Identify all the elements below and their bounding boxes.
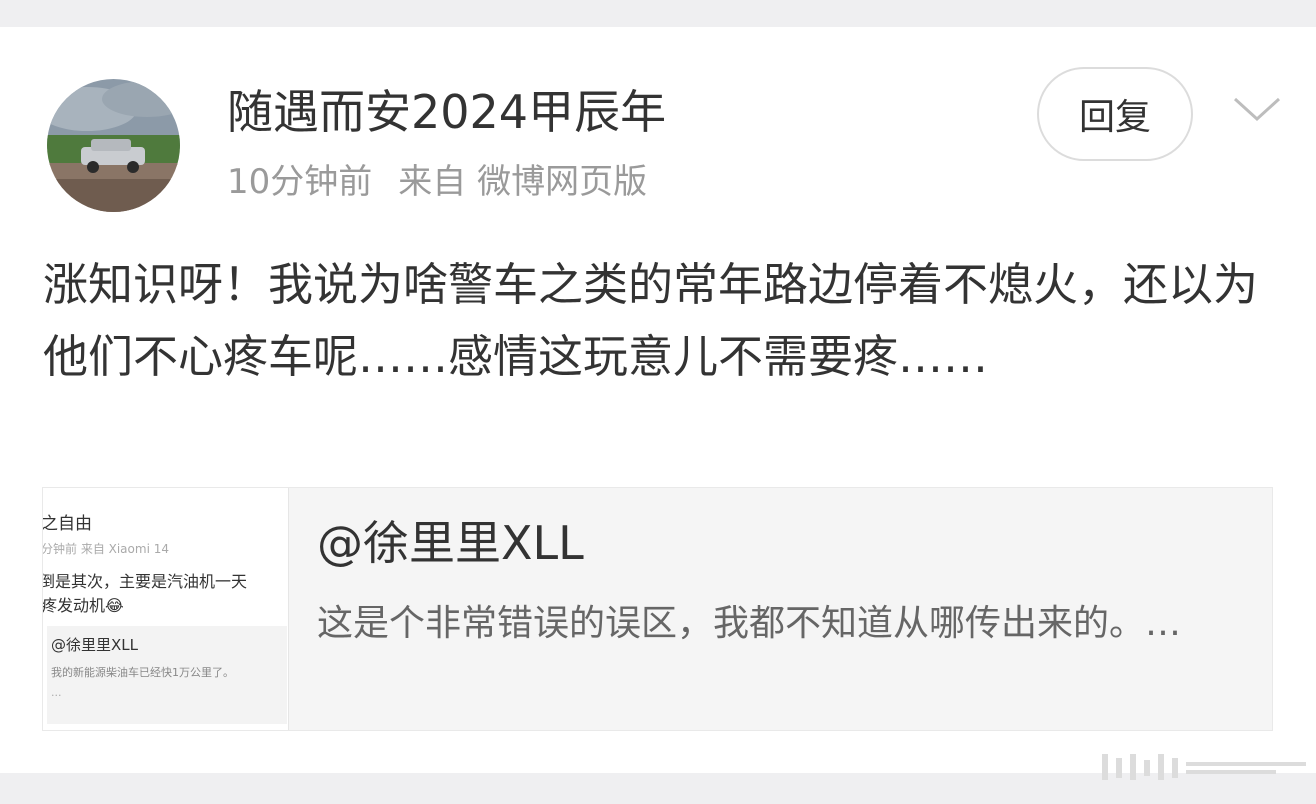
watermark-graphic [1062, 748, 1314, 786]
chevron-down-icon[interactable] [1232, 89, 1282, 129]
thumb-meta: 分钟前 来自 Xiaomi 14 [43, 542, 169, 556]
quoted-thumbnail: 之自由 分钟前 来自 Xiaomi 14 倒是其次，主要是汽油机一天 疼发动机😂… [43, 488, 289, 730]
post-time: 10分钟前 [227, 162, 373, 202]
reply-button[interactable]: 回复 [1037, 67, 1193, 161]
thumb-inner-title: @徐里里XLL [51, 636, 138, 654]
quoted-author[interactable]: @徐里里XLL [317, 514, 584, 572]
quoted-post[interactable]: 之自由 分钟前 来自 Xiaomi 14 倒是其次，主要是汽油机一天 疼发动机😂… [42, 487, 1273, 731]
thumb-name: 之自由 [43, 514, 92, 534]
avatar-image [47, 79, 180, 212]
thumb-inner-more: ... [51, 686, 62, 699]
username[interactable]: 随遇而安2024甲辰年 [227, 84, 666, 140]
post-card: 随遇而安2024甲辰年 10分钟前 来自 微博网页版 回复 涨知识呀！我说为啥警车… [0, 27, 1316, 773]
quoted-text: 这是个非常错误的误区，我都不知道从哪传出来的。… [317, 603, 1182, 644]
thumb-inner-quote: @徐里里XLL 我的新能源柴油车已经快1万公里了。 ... [47, 626, 287, 724]
thumb-inner-body: 我的新能源柴油车已经快1万公里了。 [51, 666, 234, 679]
thumb-text-1: 倒是其次，主要是汽油机一天 [43, 572, 248, 591]
post-meta: 10分钟前 来自 微博网页版 [227, 160, 647, 204]
post-content: 涨知识呀！我说为啥警车之类的常年路边停着不熄火，还以为他们不心疼车呢……感情这玩… [43, 258, 1259, 383]
thumb-text-2: 疼发动机😂 [43, 596, 124, 615]
avatar[interactable] [47, 79, 180, 212]
post-source[interactable]: 来自 微博网页版 [398, 162, 647, 202]
